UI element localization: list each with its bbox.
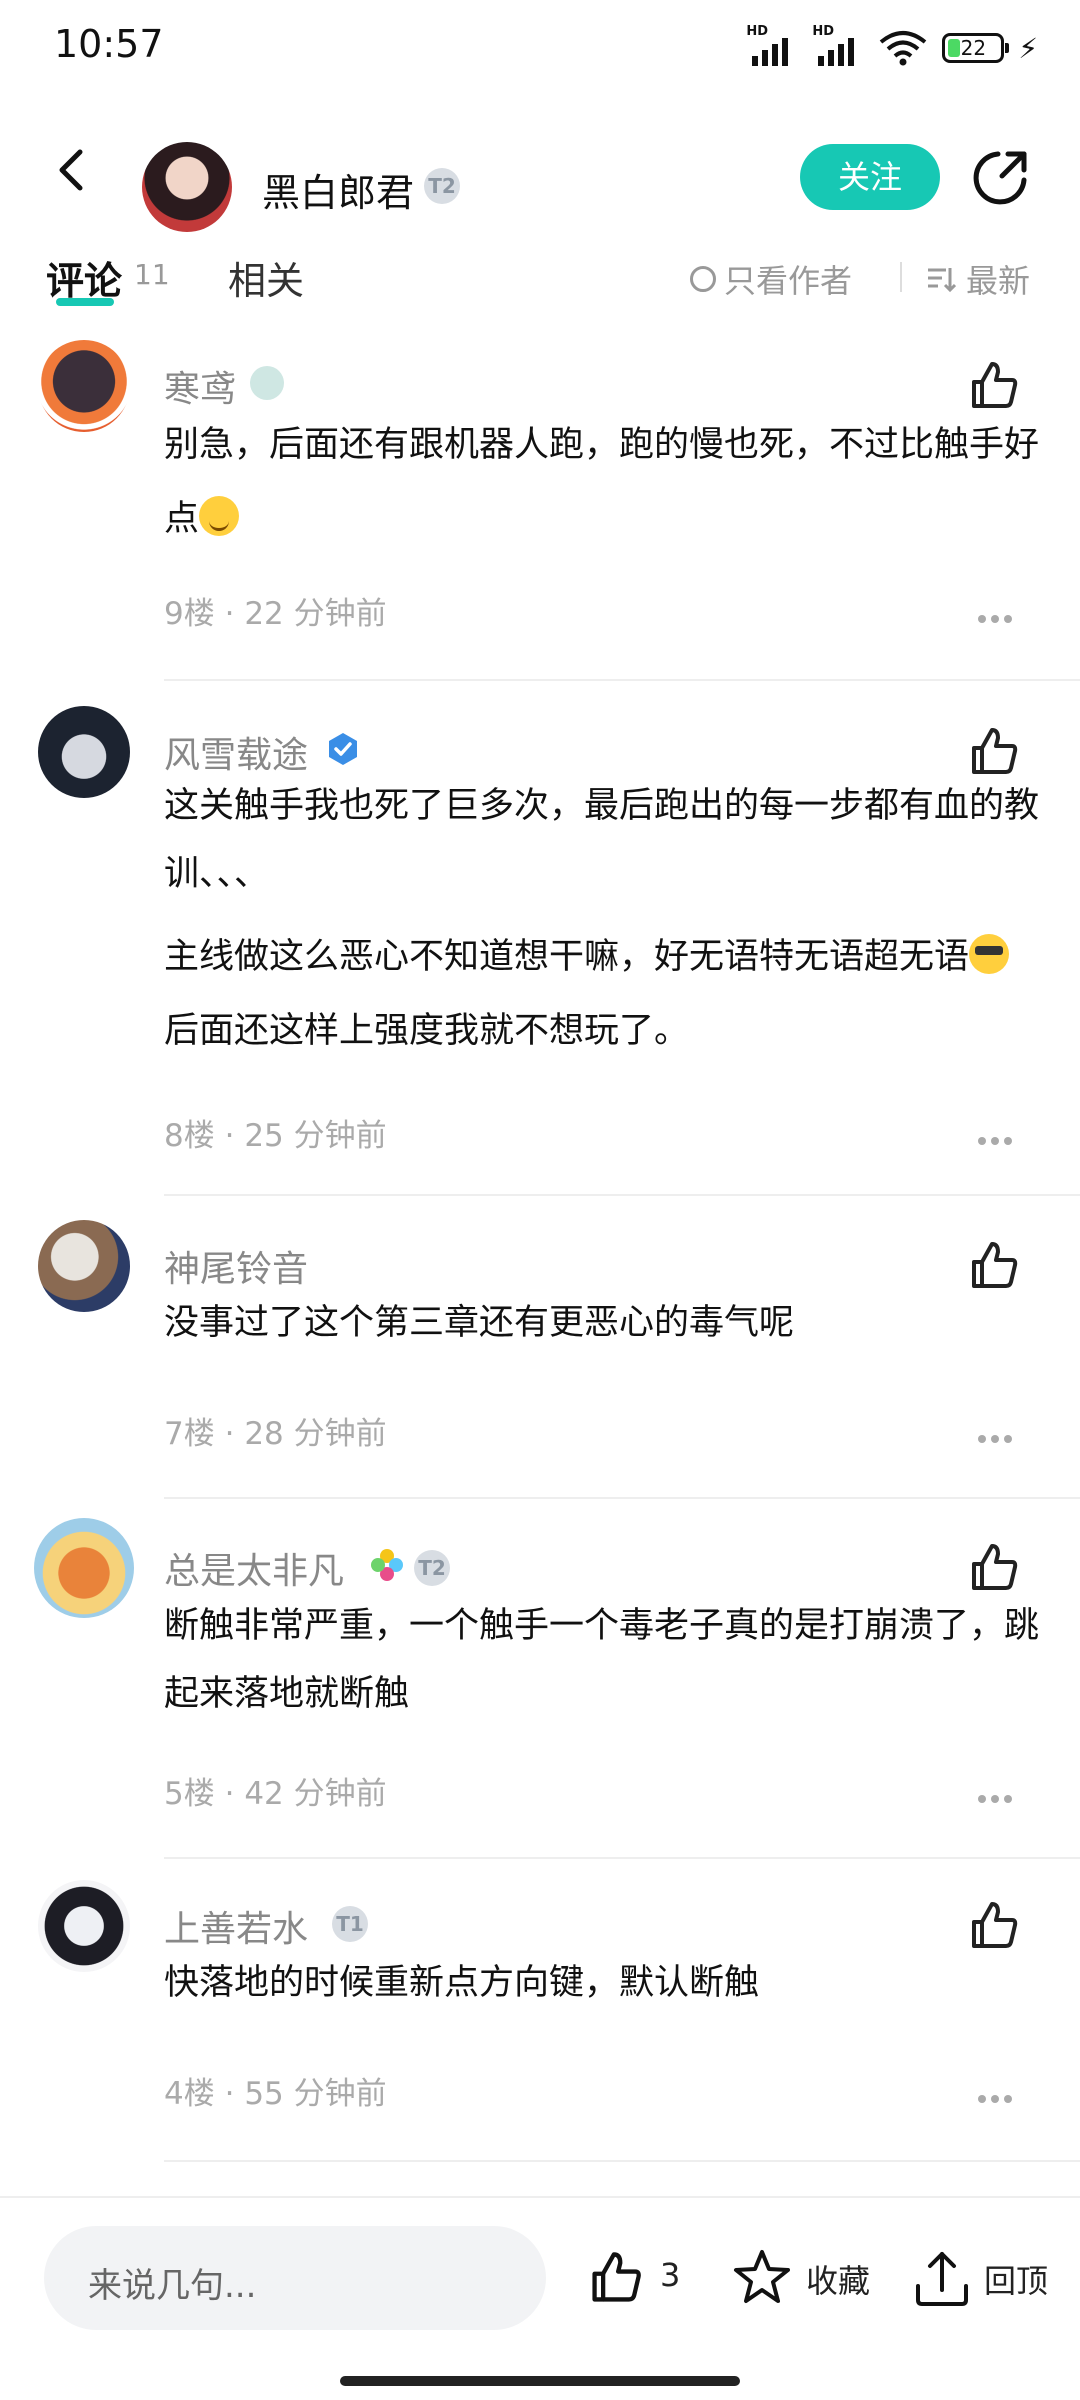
comment-item: 上善若水 T1 快落地的时候重新点方向键，默认断触 4楼 · 55 分钟前 <box>0 1880 1080 2150</box>
more-options-icon[interactable] <box>978 608 1018 623</box>
header: 黑白郎君 T2 关注 <box>0 100 1080 250</box>
divider <box>164 1497 1080 1499</box>
tab-bar: 评论 11 相关 只看作者 最新 <box>0 250 1080 330</box>
network-type-label: HD <box>746 24 768 39</box>
commenter-name[interactable]: 上善若水 <box>164 1900 308 1952</box>
more-options-icon[interactable] <box>978 2088 1018 2103</box>
commenter-avatar[interactable] <box>38 706 130 798</box>
divider <box>164 679 1080 681</box>
comment-floor: 9楼 <box>164 596 215 632</box>
comment-text-line: 主线做这么恶心不知道想干嘛，好无语特无语超无语 <box>164 937 970 977</box>
only-author-toggle[interactable]: 只看作者 <box>690 256 852 302</box>
commenter-avatar[interactable] <box>38 340 130 432</box>
comment-item: 风雪载途 这关触手我也死了巨多次，最后跑出的每一步都有血的教训、、、 主线做这么… <box>0 706 1080 1186</box>
verified-badge-icon <box>329 733 357 765</box>
author-level-badge: T2 <box>424 168 460 204</box>
thumbs-up-icon[interactable] <box>966 1540 1022 1596</box>
comment-item: 神尾铃音 没事过了这个第三章还有更恶心的毒气呢 7楼 · 28 分钟前 <box>0 1220 1080 1490</box>
comment-time: 42 分钟前 <box>244 1776 387 1812</box>
comment-meta: 9楼 · 22 分钟前 <box>164 596 387 632</box>
commenter-level-badge: T2 <box>414 1550 450 1586</box>
sort-button[interactable]: 最新 <box>926 256 1030 302</box>
comment-text: 断触非常严重，一个触手一个毒老子真的是打崩溃了，跳起来落地就断触 <box>164 1606 1040 1714</box>
charging-icon: ⚡ <box>1018 31 1038 65</box>
signal-icon: HD <box>812 24 864 68</box>
divider <box>164 2160 1080 2162</box>
comment-text: 主线做这么恶心不知道想干嘛，好无语特无语超无语后面还这样上强度我就不想玩了。 <box>164 920 1044 1068</box>
comment-meta: 7楼 · 28 分钟前 <box>164 1416 387 1452</box>
comment-time: 55 分钟前 <box>244 2076 387 2112</box>
comment-input-placeholder: 来说几句... <box>88 2266 257 2306</box>
divider <box>164 1194 1080 1196</box>
back-to-top-label[interactable]: 回顶 <box>984 2256 1048 2302</box>
fan-badge-icon <box>250 366 284 400</box>
home-indicator[interactable] <box>340 2376 740 2386</box>
back-to-top-icon[interactable] <box>912 2246 972 2310</box>
comment-meta: 5楼 · 42 分钟前 <box>164 1776 387 1812</box>
divider <box>900 262 902 292</box>
battery-level: 22 <box>960 36 987 60</box>
comment-time: 22 分钟前 <box>244 596 387 632</box>
smile-emoji-icon <box>199 496 240 536</box>
radio-icon <box>690 266 716 292</box>
battery-icon: 22 <box>942 33 1010 63</box>
author-name[interactable]: 黑白郎君 <box>262 162 414 217</box>
status-time: 10:57 <box>54 22 164 66</box>
commenter-name[interactable]: 寒鸢 <box>164 360 236 412</box>
comment-item: 寒鸢 别急，后面还有跟机器人跑，跑的慢也死，不过比触手好点 9楼 · 22 分钟… <box>0 340 1080 680</box>
flower-badge-icon <box>371 1549 403 1581</box>
commenter-level-badge: T1 <box>332 1906 368 1942</box>
comments-count: 11 <box>134 258 170 291</box>
comment-floor: 7楼 <box>164 1416 215 1452</box>
commenter-name[interactable]: 总是太非凡 <box>164 1542 344 1594</box>
commenter-name[interactable]: 风雪载途 <box>164 726 308 778</box>
sort-icon <box>928 268 956 293</box>
more-options-icon[interactable] <box>978 1788 1018 1803</box>
favorite-label[interactable]: 收藏 <box>806 2256 870 2302</box>
commenter-avatar[interactable] <box>38 1880 130 1972</box>
wifi-icon <box>880 31 927 66</box>
share-icon[interactable] <box>968 146 1032 210</box>
bottom-action-bar: 来说几句... 3 收藏 回顶 <box>0 2196 1080 2400</box>
comment-meta: 4楼 · 55 分钟前 <box>164 2076 387 2112</box>
signal-icon: HD <box>746 24 798 68</box>
author-avatar[interactable] <box>142 142 232 232</box>
network-type-label: HD <box>812 24 834 39</box>
tab-related[interactable]: 相关 <box>228 250 304 305</box>
back-icon[interactable] <box>44 140 104 200</box>
comments-screen: 10:57 HD HD 22 ⚡ 黑白郎君 T2 关注 评论 11 相关 只看作… <box>0 0 1080 2400</box>
comment-time: 28 分钟前 <box>244 1416 387 1452</box>
comment-text-line: 别急，后面还有跟机器人跑，跑的慢也死，不过比触手好点 <box>164 425 1040 539</box>
comment-text: 别急，后面还有跟机器人跑，跑的慢也死，不过比触手好点 <box>164 408 1044 556</box>
like-count: 3 <box>660 2256 681 2294</box>
comment-floor: 8楼 <box>164 1118 215 1154</box>
thumbs-up-icon[interactable] <box>966 358 1022 414</box>
divider <box>164 1857 1080 1859</box>
follow-button[interactable]: 关注 <box>800 144 940 210</box>
comment-floor: 4楼 <box>164 2076 215 2112</box>
comment-floor: 5楼 <box>164 1776 215 1812</box>
status-icons: HD HD 22 ⚡ <box>746 24 1038 70</box>
comment-input[interactable]: 来说几句... <box>44 2226 546 2330</box>
tab-comments[interactable]: 评论 <box>46 250 122 305</box>
comment-text: 快落地的时候重新点方向键，默认断触 <box>164 1963 760 2003</box>
tab-active-indicator <box>56 298 114 306</box>
only-author-label: 只看作者 <box>724 262 853 300</box>
more-options-icon[interactable] <box>978 1130 1018 1145</box>
comment-item: 总是太非凡 T2 断触非常严重，一个触手一个毒老子真的是打崩溃了，跳起来落地就断… <box>0 1518 1080 1848</box>
commenter-avatar[interactable] <box>38 1220 130 1312</box>
sort-label: 最新 <box>966 262 1031 300</box>
commenter-name[interactable]: 神尾铃音 <box>164 1240 308 1292</box>
thumbs-up-icon[interactable] <box>586 2248 646 2308</box>
comment-text-line: 后面还这样上强度我就不想玩了。 <box>164 1011 690 1051</box>
comment-time: 25 分钟前 <box>244 1118 387 1154</box>
more-options-icon[interactable] <box>978 1428 1018 1443</box>
comment-text: 这关触手我也死了巨多次，最后跑出的每一步都有血的教训、、、 <box>164 786 1040 894</box>
commenter-avatar[interactable] <box>34 1518 134 1618</box>
status-bar: 10:57 HD HD 22 ⚡ <box>0 0 1080 100</box>
comment-text: 没事过了这个第三章还有更恶心的毒气呢 <box>164 1303 795 1343</box>
star-icon[interactable] <box>730 2246 794 2310</box>
comment-meta: 8楼 · 25 分钟前 <box>164 1118 387 1154</box>
sunglasses-emoji-icon <box>969 934 1010 974</box>
